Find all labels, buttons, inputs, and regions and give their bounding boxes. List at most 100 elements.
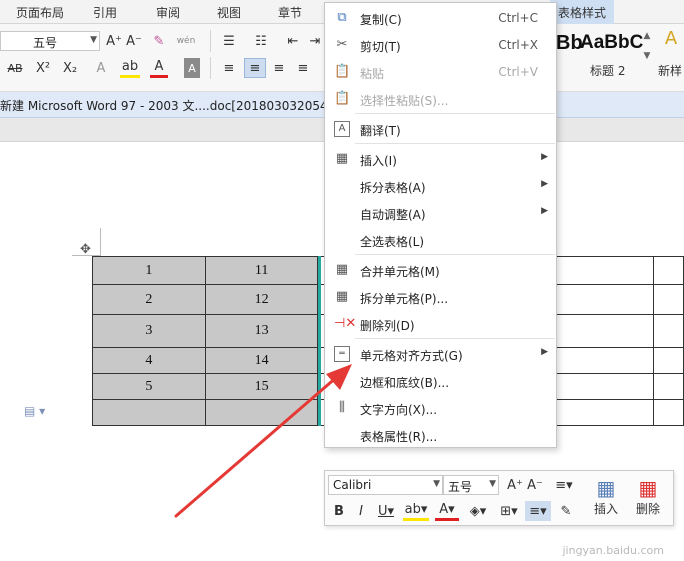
table-cell[interactable] <box>653 373 684 400</box>
style-label-heading2: 标题 2 <box>590 64 626 78</box>
tab-view[interactable]: 视图 <box>217 4 241 21</box>
tab-references[interactable]: 引用 <box>93 4 117 21</box>
table-cell[interactable]: 12 <box>204 284 319 315</box>
shrink-font-icon[interactable]: A⁻ <box>126 31 142 51</box>
bullet-list-icon[interactable]: ☰ <box>218 31 240 51</box>
menu-item-delete-column[interactable]: ⊣✕ 删除列(D) <box>325 311 556 337</box>
table-cell[interactable] <box>653 347 684 374</box>
new-style-icon[interactable]: A <box>660 28 682 49</box>
table-cell[interactable]: 14 <box>204 347 319 374</box>
menu-item-insert[interactable]: ▦ 插入(I) ▶ <box>325 146 556 172</box>
menu-separator <box>355 113 555 114</box>
highlight-icon[interactable]: ab <box>120 58 140 78</box>
line-spacing-icon[interactable]: ≡▾ <box>549 475 579 495</box>
paste-icon: 📋 <box>334 64 351 79</box>
mini-font-size-combo[interactable]: 五号 ▼ <box>443 475 499 495</box>
menu-item-table-properties[interactable]: 表格属性(R)... <box>325 422 556 448</box>
table-cell[interactable] <box>653 314 684 348</box>
menu-item-merge-cells[interactable]: ▦ 合并单元格(M) <box>325 257 556 283</box>
document-tab-title[interactable]: 新建 Microsoft Word 97 - 2003 文....doc[201… <box>0 97 343 114</box>
table-cell[interactable] <box>653 399 684 426</box>
table-insert-icon: ▦ <box>596 476 616 500</box>
menu-item-split-cells[interactable]: ▦ 拆分单元格(P)... <box>325 284 556 310</box>
justify-icon[interactable]: ≡ <box>294 58 312 78</box>
menu-item-cell-alignment[interactable]: ═ 单元格对齐方式(G) ▶ <box>325 341 556 367</box>
mini-font-name-value: Calibri <box>333 478 372 492</box>
mini-font-name-combo[interactable]: Calibri ▼ <box>328 475 443 495</box>
table-cell[interactable] <box>653 256 684 285</box>
menu-item-select-table[interactable]: 全选表格(L) <box>325 227 556 253</box>
new-style-label[interactable]: 新样 <box>658 62 682 79</box>
numbered-list-icon[interactable]: ☷ <box>250 31 272 51</box>
menu-item-borders-shading[interactable]: 边框和底纹(B)... <box>325 368 556 394</box>
menu-item-cut[interactable]: ✂ 剪切(T) Ctrl+X <box>325 32 556 58</box>
chevron-down-icon[interactable]: ▼ <box>640 46 654 66</box>
menu-item-paste[interactable]: 📋 粘贴 Ctrl+V <box>325 59 556 85</box>
cell-align-icon: ═ <box>334 346 350 362</box>
table-cell[interactable]: 5 <box>92 373 206 400</box>
grow-font-icon[interactable]: A⁺ <box>106 31 122 51</box>
bold-icon[interactable]: B <box>331 501 347 521</box>
table-cell[interactable] <box>653 284 684 315</box>
shading-icon[interactable]: ◈▾ <box>465 501 491 521</box>
table-cell[interactable] <box>204 399 319 426</box>
table-cell[interactable]: 15 <box>204 373 319 400</box>
menu-item-auto-fit[interactable]: 自动调整(A) ▶ <box>325 200 556 226</box>
menu-separator <box>355 338 555 339</box>
font-size-combo[interactable]: 五号 ▼ <box>0 31 100 51</box>
chevron-right-icon: ▶ <box>541 152 548 162</box>
tab-page-layout[interactable]: 页面布局 <box>16 4 64 21</box>
clear-format-icon[interactable]: ✎ <box>150 31 168 51</box>
table-cell[interactable]: 4 <box>92 347 206 374</box>
table-cell[interactable]: 13 <box>204 314 319 348</box>
align-left-icon[interactable]: ≡ <box>220 58 238 78</box>
align-center-icon[interactable]: ≡ <box>244 58 266 78</box>
phonetic-guide-icon[interactable]: wén <box>176 31 196 51</box>
italic-icon[interactable]: I <box>353 501 369 521</box>
menu-item-paste-special[interactable]: 📋 选择性粘贴(S)... <box>325 86 556 112</box>
font-size-value: 五号 <box>33 36 58 50</box>
decrease-indent-icon[interactable]: ⇤ <box>284 31 302 51</box>
menu-item-text-direction[interactable]: ⫼ 文字方向(X)... <box>325 395 556 421</box>
increase-indent-icon[interactable]: ⇥ <box>306 31 324 51</box>
strikethrough-icon[interactable]: AB <box>4 58 26 78</box>
menu-item-translate[interactable]: A 翻译(T) <box>325 116 556 142</box>
superscript-icon[interactable]: X² <box>34 58 52 78</box>
page-icon[interactable]: ▤ ▾ <box>24 404 45 418</box>
grow-font-icon[interactable]: A⁺ <box>507 475 523 495</box>
format-painter-icon[interactable]: ✎ <box>555 501 577 521</box>
menu-item-copy[interactable]: ⧉ 复制(C) Ctrl+C <box>325 5 556 31</box>
scissors-icon: ✂ <box>336 37 348 52</box>
align-icon[interactable]: ≡▾ <box>525 501 551 521</box>
tab-review[interactable]: 审阅 <box>156 4 180 21</box>
menu-item-split-table[interactable]: 拆分表格(A) ▶ <box>325 173 556 199</box>
underline-icon[interactable]: U▾ <box>375 501 397 521</box>
border-icon[interactable]: ⊞▾ <box>497 501 521 521</box>
highlight-icon[interactable]: ab▾ <box>403 501 429 521</box>
table-cell[interactable]: 1 <box>92 256 206 285</box>
table-move-handle-icon[interactable]: ✥ <box>80 242 91 257</box>
copy-icon: ⧉ <box>337 10 347 25</box>
text-direction-icon: ⫼ <box>339 400 345 415</box>
subscript-icon[interactable]: X₂ <box>60 58 80 78</box>
style-preview-partial[interactable]: Bb <box>556 32 583 88</box>
chevron-up-icon[interactable]: ▲ <box>640 26 654 46</box>
table-cell[interactable] <box>92 399 206 426</box>
mini-delete-button[interactable]: ▦ 删除 <box>629 473 667 523</box>
mini-insert-button[interactable]: ▦ 插入 <box>587 473 625 523</box>
table-cell[interactable]: 3 <box>92 314 206 348</box>
align-right-icon[interactable]: ≡ <box>270 58 288 78</box>
menu-separator <box>355 254 555 255</box>
paste-special-icon: 📋 <box>334 91 351 106</box>
shrink-font-icon[interactable]: A⁻ <box>527 475 543 495</box>
table-cell[interactable]: 2 <box>92 284 206 315</box>
tab-table-style[interactable]: 表格样式 <box>550 0 615 24</box>
font-color-icon[interactable]: A▾ <box>435 501 459 521</box>
chevron-right-icon: ▶ <box>541 206 548 216</box>
tab-section[interactable]: 章节 <box>278 4 302 21</box>
table-cell[interactable]: 11 <box>204 256 319 285</box>
char-shading-icon[interactable]: A <box>184 58 200 78</box>
style-preview-heading2[interactable]: AaBbC <box>580 32 643 88</box>
font-color-icon[interactable]: A <box>150 58 168 78</box>
text-effect-icon[interactable]: A <box>92 58 110 78</box>
